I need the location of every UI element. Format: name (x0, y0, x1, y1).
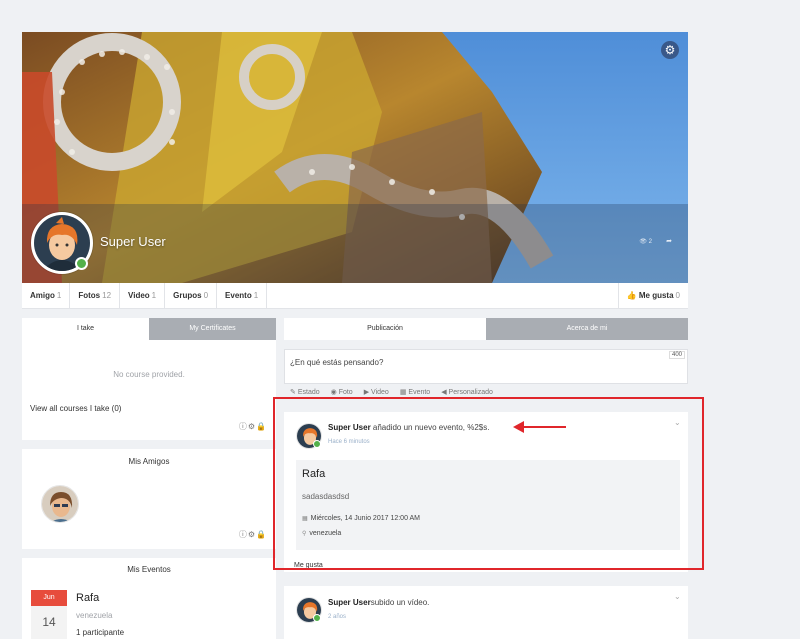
tab-videos[interactable]: Video 1 (120, 282, 166, 309)
event-card-date: ▦ Miércoles, 14 Junio 2017 12:00 AM (302, 515, 421, 522)
char-counter: 400 (668, 351, 685, 359)
composer-placeholder[interactable]: ¿En qué estás pensando? (290, 358, 383, 367)
chevron-down-icon[interactable]: ⌄ (674, 592, 681, 601)
events-title: Mis Eventos (127, 565, 171, 574)
event-card[interactable]: Rafa sadasdasdsd ▦ Miércoles, 14 Junio 20… (296, 460, 680, 550)
event-name-link[interactable]: Rafa (76, 592, 99, 604)
composer-action-status[interactable]: ✎ Estado (290, 388, 320, 396)
tab-my-certificates[interactable]: My Certificates (149, 318, 276, 340)
event-participants: 1 participante (76, 628, 125, 637)
tab-groups[interactable]: Grupos 0 (165, 282, 218, 309)
tab-events[interactable]: Evento 1 (217, 282, 268, 309)
pencil-icon: ✎ (290, 389, 296, 396)
tab-friends[interactable]: Amigo 1 (22, 282, 71, 309)
composer-action-event[interactable]: ▦ Evento (400, 388, 430, 396)
share-icon[interactable]: ➦ (666, 237, 672, 245)
activity-post (284, 586, 688, 639)
map-pin-icon: ⚲ (302, 530, 307, 537)
post-header: Super User añadido un nuevo evento, %2$s… (328, 423, 489, 432)
composer-actions: ✎ Estado ◉ Foto ▶ Video ▦ Evento ◀ Perso… (290, 388, 493, 396)
calendar-icon: ▦ (399, 389, 407, 396)
post-action-text: añadido un nuevo evento, %2$s. (370, 423, 490, 432)
post-timestamp[interactable]: 2 años (328, 614, 346, 620)
friend-photo (42, 486, 78, 522)
camera-icon: ◉ (330, 389, 337, 396)
post-header: Super Usersubido un vídeo. (328, 598, 429, 607)
event-location: venezuela (76, 611, 113, 620)
post-author-link[interactable]: Super User (328, 423, 371, 432)
no-courses-text: No course provided. (113, 370, 185, 379)
tab-publicacion[interactable]: Publicación (284, 318, 486, 340)
tab-acerca-de-mi[interactable]: Acerca de mi (486, 318, 688, 340)
profile-cover: ⚙ Super User 👁 2 ➦ (22, 32, 688, 283)
profile-tabs-bar: Amigo 1 Fotos 12 Video 1 Grupos 0 Evento 1 👍 … (22, 282, 688, 309)
friends-options-icons[interactable]: ⓘ⚙🔒 (239, 529, 267, 540)
post-action-text: subido un vídeo. (370, 598, 430, 607)
post-timestamp[interactable]: Hace 6 minutos (328, 439, 370, 445)
annotation-arrow (522, 426, 566, 428)
chevron-down-icon[interactable]: ⌄ (674, 418, 681, 427)
online-status-dot (313, 440, 321, 448)
profile-views-count: 👁 2 (639, 239, 652, 245)
status-composer[interactable]: ¿En qué estás pensando? 400 (284, 349, 688, 384)
profile-name[interactable]: Super User (100, 234, 166, 249)
composer-action-video[interactable]: ▶ Video (364, 388, 389, 396)
event-card-place: ⚲ venezuela (302, 530, 342, 537)
stream-tabs: Publicación Acerca de mi (284, 318, 688, 340)
composer-action-custom[interactable]: ◀ Personalizado (441, 388, 493, 396)
friends-panel: Mis Amigos ⓘ⚙🔒 (22, 449, 276, 549)
tab-i-take[interactable]: I take (22, 318, 149, 340)
tab-photos[interactable]: Fotos 12 (70, 282, 121, 309)
post-author-link[interactable]: Super User (328, 598, 371, 607)
megaphone-icon: ◀ (441, 389, 447, 396)
friend-avatar[interactable] (41, 485, 79, 523)
like-profile-button[interactable]: 👍 Me gusta 0 (617, 282, 688, 309)
view-all-courses-link[interactable]: View all courses I take (0) (30, 404, 121, 413)
event-card-title[interactable]: Rafa (302, 468, 325, 480)
calendar-icon: ▦ (302, 515, 308, 522)
thumbs-up-icon: 👍 (626, 290, 637, 300)
event-date-day: 14 (31, 606, 67, 639)
post-like-link[interactable]: Me gusta (294, 562, 323, 569)
composer-action-photo[interactable]: ◉ Foto (331, 388, 353, 396)
video-icon: ▶ (363, 389, 370, 396)
event-card-description: sadasdasdsd (302, 492, 350, 501)
online-status-dot (313, 614, 321, 622)
panel-options-icons[interactable]: ⓘ⚙🔒 (239, 421, 267, 432)
cover-settings-icon[interactable]: ⚙ (661, 41, 679, 59)
event-date-month: Jun (31, 590, 67, 606)
courses-panel: I take My Certificates No course provide… (22, 318, 276, 440)
annotation-arrow-head (513, 421, 524, 433)
online-status-dot (75, 257, 88, 270)
events-panel: Mis Eventos Jun 14 Rafa venezuela 1 part… (22, 558, 276, 639)
friends-title: Mis Amigos (128, 457, 170, 466)
